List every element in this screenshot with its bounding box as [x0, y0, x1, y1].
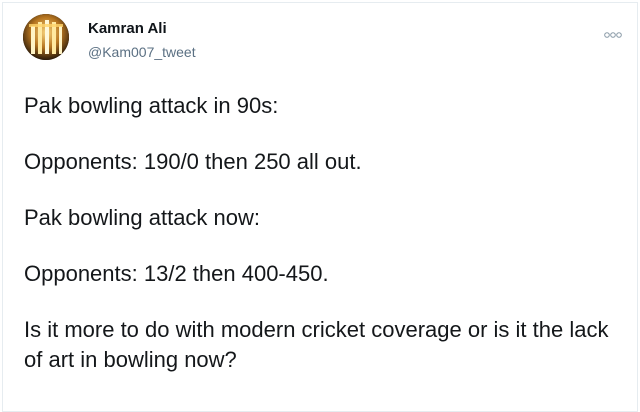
tweet-card: Kamran Ali @Kam007_tweet Pak bowling att…	[2, 2, 638, 412]
tweet-body: Pak bowling attack in 90s: Opponents: 19…	[24, 91, 624, 375]
tweet-line: Pak bowling attack in 90s:	[24, 93, 279, 118]
avatar[interactable]	[23, 14, 69, 60]
tweet-line: Is it more to do with modern cricket cov…	[24, 317, 609, 372]
stadium-lights-icon	[23, 14, 69, 60]
tweet-line: Opponents: 13/2 then 400-450.	[24, 261, 329, 286]
author-handle[interactable]: @Kam007_tweet	[88, 44, 196, 60]
author-name[interactable]: Kamran Ali	[88, 20, 167, 37]
more-dots-icon[interactable]	[603, 27, 623, 38]
tweet-line: Pak bowling attack now:	[24, 205, 261, 230]
tweet-line: Opponents: 190/0 then 250 all out.	[24, 149, 362, 174]
